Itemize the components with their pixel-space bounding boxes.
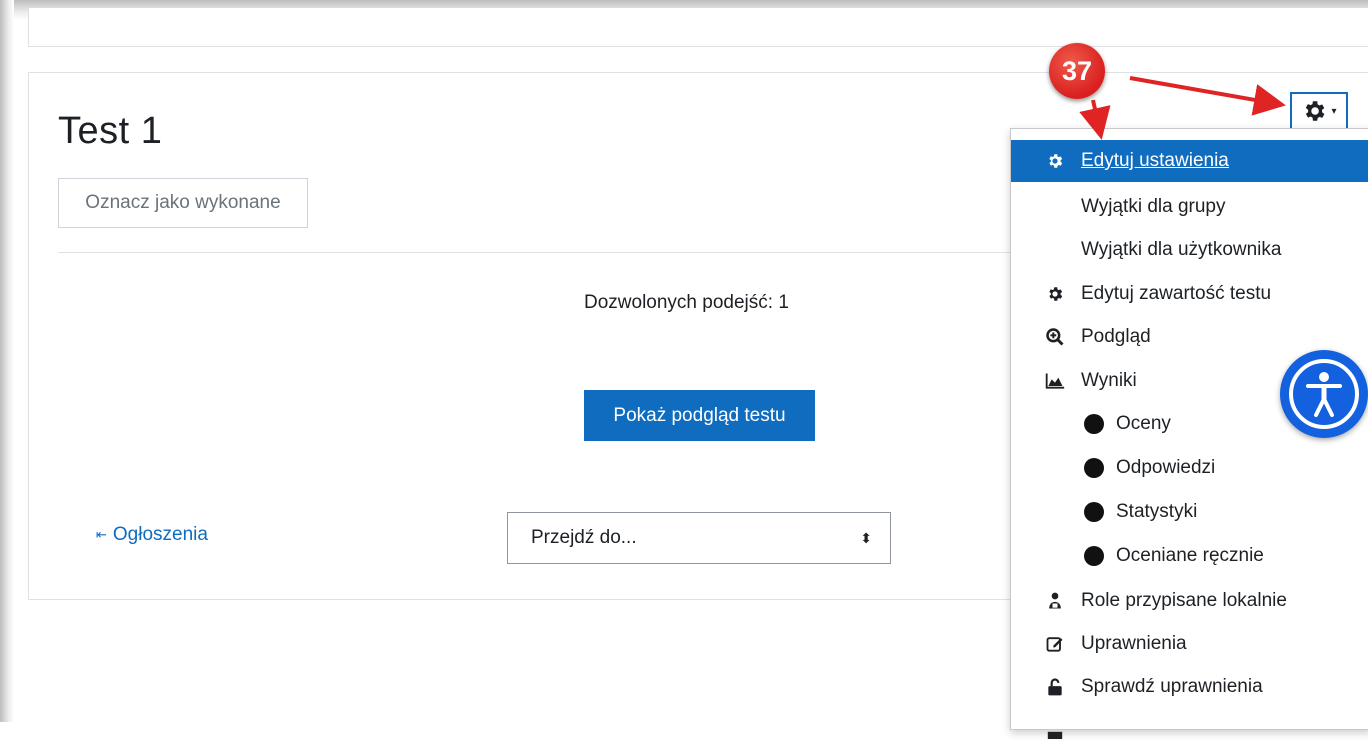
- accessibility-icon: [1306, 372, 1342, 417]
- page-title: Test 1: [58, 110, 163, 152]
- divider: [58, 252, 1058, 253]
- menu-item-check-permissions[interactable]: Sprawdź uprawnienia: [1011, 666, 1368, 708]
- chevron-down-icon: ▾: [1331, 105, 1337, 117]
- jump-to-select[interactable]: Przejdź do... ⬍: [507, 512, 891, 564]
- bullet-icon: [1084, 502, 1104, 522]
- area-chart-icon: [1045, 371, 1065, 391]
- gear-icon: [1045, 151, 1065, 171]
- magnifier-plus-icon: [1045, 327, 1065, 347]
- gear-icon: [1045, 284, 1065, 304]
- bullet-icon: [1084, 414, 1104, 434]
- accessibility-button[interactable]: [1280, 350, 1368, 438]
- step-number-badge: 37: [1049, 43, 1105, 99]
- bullet-icon: [1084, 458, 1104, 478]
- menu-item-partial[interactable]: [1011, 709, 1368, 751]
- actions-menu-toggle[interactable]: ▾: [1290, 92, 1348, 130]
- bullet-icon: [1084, 546, 1104, 566]
- screenshot-frame-left: [0, 0, 14, 722]
- menu-item-responses[interactable]: Odpowiedzi: [1011, 447, 1368, 489]
- menu-item-edit-quiz[interactable]: Edytuj zawartość testu: [1011, 273, 1368, 315]
- mark-as-done-button[interactable]: Oznacz jako wykonane: [58, 178, 308, 228]
- previous-activity-label: Ogłoszenia: [112, 524, 208, 545]
- menu-item-manual-grading[interactable]: Oceniane ręcznie: [1011, 535, 1368, 577]
- attempts-allowed-text: Dozwolonych podejść: 1: [584, 292, 789, 313]
- gear-icon: [1306, 101, 1325, 121]
- previous-section-card: [28, 8, 1368, 47]
- preview-quiz-button[interactable]: Pokaż podgląd testu: [584, 390, 815, 441]
- menu-item-statistics[interactable]: Statystyki: [1011, 491, 1368, 533]
- edit-icon: [1045, 634, 1065, 654]
- menu-item-group-overrides[interactable]: Wyjątki dla grupy: [1011, 186, 1368, 228]
- users-icon: [1045, 591, 1065, 611]
- previous-activity-link[interactable]: ⇤ Ogłoszenia: [96, 524, 208, 546]
- partial-icon: [1045, 720, 1065, 740]
- menu-item-edit-settings[interactable]: Edytuj ustawienia: [1011, 140, 1368, 182]
- arrow-left-icon: ⇤: [96, 527, 107, 542]
- menu-item-permissions[interactable]: Uprawnienia: [1011, 623, 1368, 665]
- sort-caret-icon: ⬍: [860, 529, 872, 546]
- menu-item-user-overrides[interactable]: Wyjątki dla użytkownika: [1011, 229, 1368, 271]
- jump-to-value: Przejdź do...: [531, 527, 637, 548]
- unlock-icon: [1045, 677, 1065, 697]
- menu-item-local-roles[interactable]: Role przypisane lokalnie: [1011, 580, 1368, 622]
